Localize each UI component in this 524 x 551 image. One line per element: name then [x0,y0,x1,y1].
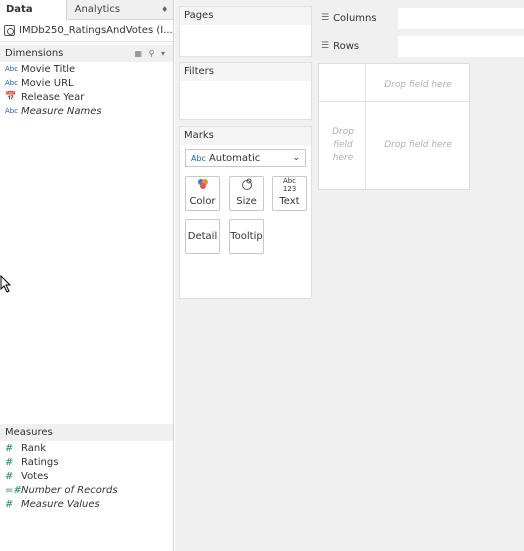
columns-shelf: ☰ Columns [316,8,524,29]
field-label: Votes [21,470,49,482]
field-measure-names[interactable]: Abc Measure Names [0,104,173,118]
marks-title: Marks [180,127,311,145]
number-type-icon: # [5,470,14,482]
rows-icon: ☰ [321,41,330,51]
dimensions-header: Dimensions ▦ ⚲ ▾ [0,45,173,62]
pane-tabs: Data Analytics ♦ [0,0,173,21]
color-label: Color [189,196,216,207]
size-label: Size [236,196,257,207]
viz-divider-horizontal [319,101,469,102]
data-pane: Data Analytics ♦ IMDb250_RatingsAndVotes… [0,0,174,551]
chevron-down-icon: ⌄ [292,153,300,163]
pages-title: Pages [180,7,311,25]
mark-type-value: Automatic [208,152,261,164]
field-measure-values[interactable]: # Measure Values [0,497,173,511]
dimensions-list: Abc Movie Title Abc Movie URL 📅 Release … [0,62,173,118]
rows-shelf: ☰ Rows [316,36,524,57]
tab-analytics[interactable]: Analytics [67,0,161,20]
tab-data[interactable]: Data [0,0,67,21]
field-label: Measure Values [21,498,100,510]
columns-drop-area[interactable] [398,8,524,29]
rows-label-box: ☰ Rows [316,36,398,57]
columns-label-box: ☰ Columns [316,8,398,29]
drop-field-top[interactable]: Drop field here [367,80,469,90]
field-release-year[interactable]: 📅 Release Year [0,90,173,104]
calendar-icon: 📅 [5,92,17,102]
size-icon [241,178,253,193]
columns-label: Columns [333,13,377,24]
rows-drop-area[interactable] [398,36,524,57]
number-type-icon: # [5,456,14,468]
size-button[interactable]: Size [229,176,264,211]
string-type-icon: Abc [5,107,19,115]
columns-icon: ☰ [321,13,330,23]
field-label: Movie URL [21,77,74,89]
measures-label: Measures [5,427,53,438]
field-label: Rank [21,442,46,454]
field-label: Ratings [21,456,59,468]
filters-card[interactable]: Filters [179,62,312,120]
drop-field-left[interactable]: Drop field here [323,126,363,165]
text-label-icon: Abc 123 [282,177,297,193]
field-label: Release Year [21,91,85,103]
dimensions-tools-icon[interactable]: ▦ ⚲ ▾ [134,49,173,58]
number-type-icon: # [5,498,14,510]
pane-menu-icon[interactable]: ♦ [161,0,173,19]
dimensions-label: Dimensions [5,48,64,59]
field-movie-title[interactable]: Abc Movie Title [0,62,173,76]
marks-card: Marks Abc Automatic ⌄ Color Size Abc 123… [179,126,312,299]
drop-field-main[interactable]: Drop field here [367,140,469,150]
field-votes[interactable]: # Votes [0,469,173,483]
field-movie-url[interactable]: Abc Movie URL [0,76,173,90]
tooltip-label: Tooltip [230,231,263,242]
mark-type-dropdown[interactable]: Abc Automatic ⌄ [185,149,306,167]
tooltip-button[interactable]: Tooltip [229,219,264,254]
measures-header: Measures [0,424,173,441]
field-rank[interactable]: # Rank [0,441,173,455]
text-label: Text [279,196,300,207]
number-type-icon: # [5,442,14,454]
string-type-icon: Abc [5,79,19,87]
color-button[interactable]: Color [185,176,220,211]
worksheet-canvas: ☰ Columns ☰ Rows Drop field here Drop fi… [316,0,524,551]
color-palette-icon [197,178,209,193]
mouse-pointer-icon [0,275,12,293]
text-button[interactable]: Abc 123 Text [272,176,307,211]
datasource-item[interactable]: IMDb250_RatingsAndVotes (I... [0,20,173,42]
field-label: Movie Title [21,63,76,75]
string-type-icon: Abc [5,65,19,73]
field-label: Number of Records [21,484,118,496]
datasource-icon [4,25,15,36]
detail-label: Detail [187,231,218,242]
field-label: Measure Names [21,105,102,117]
field-number-of-records[interactable]: =# Number of Records [0,483,173,497]
datasource-name: IMDb250_RatingsAndVotes (I... [19,25,173,36]
measures-section: Measures # Rank # Ratings # Votes =# Num… [0,421,173,511]
rows-label: Rows [333,41,360,52]
filters-title: Filters [180,63,311,81]
viz-divider-vertical [365,64,366,189]
mark-type-icon: Abc [191,153,206,163]
calculated-number-icon: =# [5,484,22,496]
pages-card[interactable]: Pages [179,6,312,57]
detail-button[interactable]: Detail [185,219,220,254]
field-ratings[interactable]: # Ratings [0,455,173,469]
viz-drop-zone[interactable]: Drop field here Drop field here Drop fie… [318,63,470,190]
cards-column: Pages Filters Marks Abc Automatic ⌄ Colo… [175,0,316,551]
